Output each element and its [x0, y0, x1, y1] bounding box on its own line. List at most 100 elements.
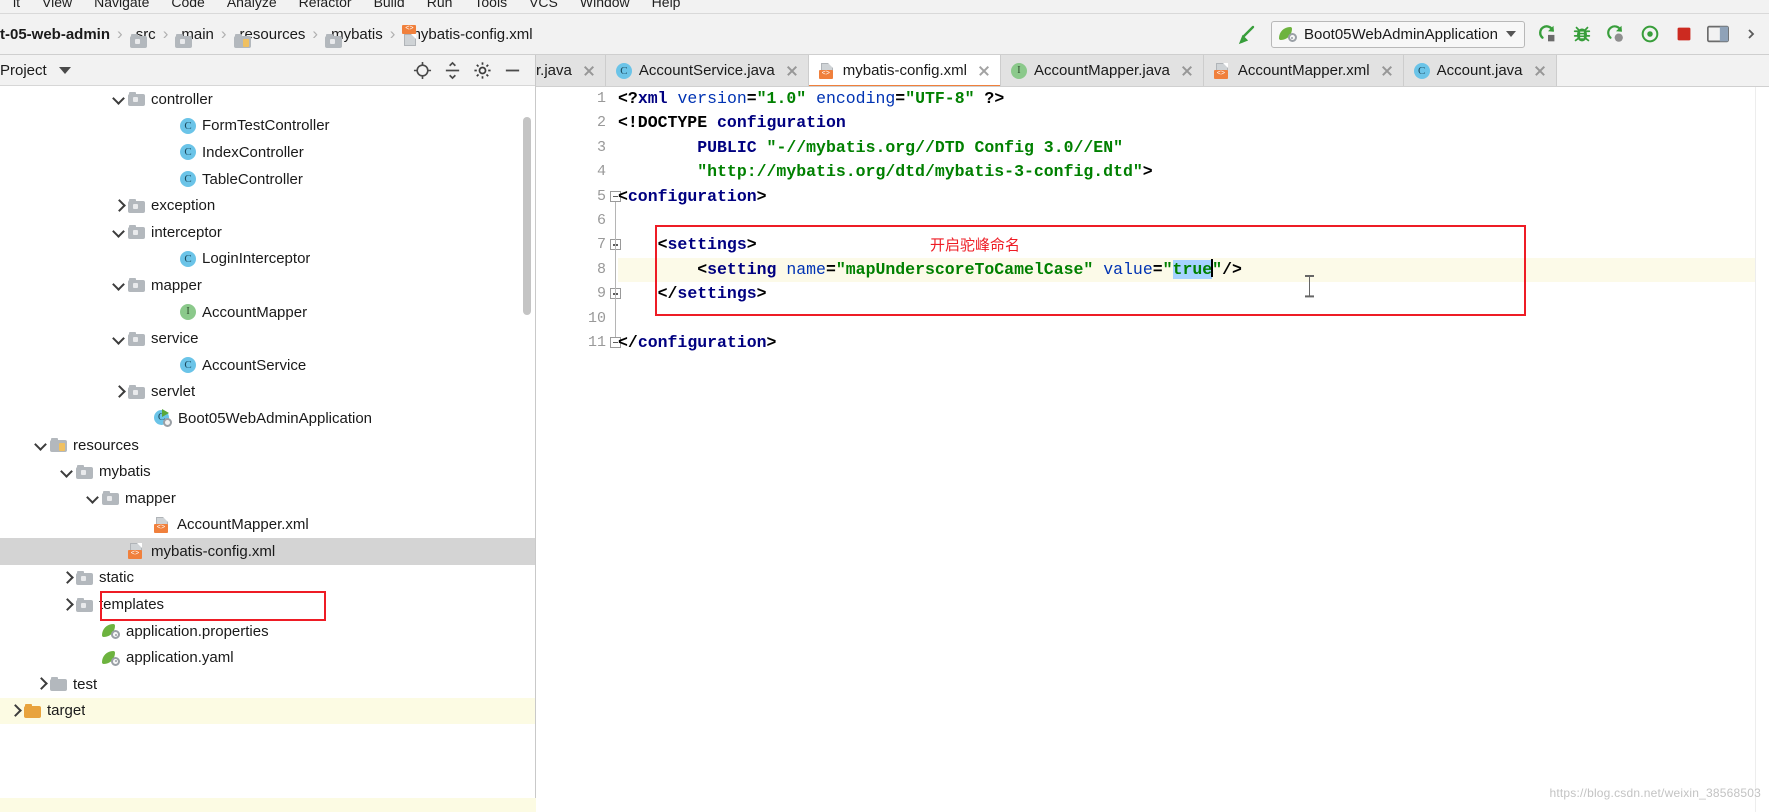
project-file-tree[interactable]: controller C FormTestController C IndexContr… [0, 86, 535, 812]
tree-item-exception[interactable]: exception [0, 192, 535, 219]
chevron-right-icon[interactable] [58, 596, 76, 614]
tree-item-templates[interactable]: templates [0, 591, 535, 618]
chevron-right-icon[interactable] [110, 197, 128, 215]
tree-item-test[interactable]: test [0, 671, 535, 698]
tree-item-formtestcontroller[interactable]: C FormTestController [0, 113, 535, 140]
menu-item-view[interactable]: View [31, 0, 83, 10]
tree-item-mybatis-config-xml[interactable]: <> mybatis-config.xml [0, 538, 535, 565]
code-line-2[interactable]: <!DOCTYPE configuration [618, 111, 1769, 135]
hide-panel-icon[interactable] [497, 55, 527, 85]
editor-tab-account-java[interactable]: C Account.java [1403, 55, 1557, 86]
tree-item-boot05webadminapplication[interactable]: C Boot05WebAdminApplication [0, 405, 535, 432]
tree-item-servlet[interactable]: servlet [0, 379, 535, 406]
tree-item-resources[interactable]: resources [0, 432, 535, 459]
chevron-right-icon[interactable] [32, 675, 50, 693]
code-line-4[interactable]: "http://mybatis.org/dtd/mybatis-3-config… [618, 160, 1769, 184]
close-icon[interactable] [1380, 64, 1394, 78]
tree-item-target[interactable]: target [0, 697, 535, 725]
build-hammer-icon[interactable] [1231, 17, 1265, 51]
chevron-down-icon[interactable] [110, 223, 128, 241]
chevron-right-icon[interactable] [6, 702, 24, 720]
close-icon[interactable] [1533, 64, 1547, 78]
close-icon[interactable] [785, 64, 799, 78]
debug-icon[interactable] [1565, 17, 1599, 51]
breadcrumb-item-src[interactable]: src [130, 14, 156, 55]
breadcrumb-item-mybatis[interactable]: mybatis [325, 14, 383, 55]
code-line-9[interactable]: </settings> [618, 282, 1769, 306]
menu-item-vcs[interactable]: VCS [518, 0, 569, 10]
menu-item-refactor[interactable]: Refactor [288, 0, 363, 10]
tree-item-accountmapper[interactable]: I AccountMapper [0, 299, 535, 326]
tree-item-application-properties[interactable]: application.properties [0, 618, 535, 645]
menu-item-navigate[interactable]: Navigate [83, 0, 160, 10]
menu-item-analyze[interactable]: Analyze [216, 0, 288, 10]
locate-icon[interactable] [407, 55, 437, 85]
code-editor[interactable]: 1 2 3 4 5 6 7 8 9 10 11 <?xml version="1.0" encodi… [536, 87, 1769, 812]
breadcrumb-item-t-05-web-admin[interactable]: t-05-web-admin [0, 14, 110, 55]
breadcrumb-item-resources[interactable]: resources [234, 14, 305, 55]
code-line-3[interactable]: PUBLIC "-//mybatis.org//DTD Config 3.0//… [618, 136, 1769, 160]
stop-icon[interactable] [1667, 17, 1701, 51]
tree-item-accountmapper-xml[interactable]: <> AccountMapper.xml [0, 512, 535, 539]
run-with-coverage-icon[interactable] [1599, 17, 1633, 51]
tree-item-tablecontroller[interactable]: C TableController [0, 166, 535, 193]
project-tree-scrollbar[interactable] [523, 117, 531, 315]
menu-item-help[interactable]: Help [641, 0, 692, 10]
chevron-down-icon[interactable] [58, 463, 76, 481]
code-line-5[interactable]: <configuration> [618, 185, 1769, 209]
chevron-down-icon[interactable] [110, 330, 128, 348]
settings-gear-icon[interactable] [467, 55, 497, 85]
breadcrumb-item-main[interactable]: main [175, 14, 214, 55]
run-configuration-selector[interactable]: Boot05WebAdminApplication [1270, 20, 1525, 48]
code-line-10[interactable] [618, 307, 1769, 331]
chevron-down-icon[interactable] [58, 66, 71, 74]
folder-icon [102, 491, 119, 506]
tree-item-static[interactable]: static [0, 565, 535, 592]
rerun-icon[interactable] [1531, 17, 1565, 51]
more-icon[interactable] [1735, 17, 1769, 51]
editor-tab-mybatis-config-xml[interactable]: <> mybatis-config.xml [808, 55, 1001, 86]
close-icon[interactable] [1180, 64, 1194, 78]
profiler-icon[interactable] [1633, 17, 1667, 51]
tree-item-mapper[interactable]: mapper [0, 272, 535, 299]
editor-tab-r-java[interactable]: r.java [536, 55, 606, 86]
code-content[interactable]: <?xml version="1.0" encoding="UTF-8" ?> <… [618, 87, 1769, 812]
chevron-right-icon[interactable] [58, 569, 76, 587]
tree-item-controller[interactable]: controller [0, 86, 535, 113]
menu-item-run[interactable]: Run [416, 0, 464, 10]
editor-marker-strip[interactable] [1755, 87, 1769, 812]
tree-item-service[interactable]: service [0, 325, 535, 352]
menu-item-window[interactable]: Window [569, 0, 641, 10]
layout-settings-icon[interactable] [1701, 17, 1735, 51]
breadcrumb[interactable]: t-05-web-admin › src › main › resources › mybati… [0, 14, 533, 55]
tree-item-mybatis[interactable]: mybatis [0, 458, 535, 485]
tree-item-application-yaml[interactable]: application.yaml [0, 644, 535, 671]
code-line-6[interactable] [618, 209, 1769, 233]
menu-item-it[interactable]: it [2, 0, 31, 10]
editor-tab-accountservice-java[interactable]: C AccountService.java [605, 55, 809, 86]
chevron-down-icon[interactable] [110, 276, 128, 294]
code-line-7[interactable]: <settings> [618, 233, 1769, 257]
menu-item-build[interactable]: Build [363, 0, 416, 10]
menu-item-tools[interactable]: Tools [463, 0, 518, 10]
chevron-down-icon[interactable] [84, 489, 102, 507]
tree-item-mapper[interactable]: mapper [0, 485, 535, 512]
tree-item-accountservice[interactable]: C AccountService [0, 352, 535, 379]
close-icon[interactable] [582, 64, 596, 78]
chevron-right-icon[interactable] [110, 383, 128, 401]
collapse-all-icon[interactable] [437, 55, 467, 85]
chevron-down-icon[interactable] [110, 90, 128, 108]
editor-tab-bar[interactable]: r.java C AccountService.java <> mybatis-conf… [536, 55, 1769, 87]
code-line-11[interactable]: </configuration> [618, 331, 1769, 355]
menu-item-code[interactable]: Code [160, 0, 215, 10]
code-line-1[interactable]: <?xml version="1.0" encoding="UTF-8" ?> [618, 87, 1769, 111]
editor-tab-accountmapper-java[interactable]: I AccountMapper.java [1000, 55, 1204, 86]
tree-item-indexcontroller[interactable]: C IndexController [0, 139, 535, 166]
editor-tab-accountmapper-xml[interactable]: <> AccountMapper.xml [1203, 55, 1404, 86]
breadcrumb-item-mybatis-config-xml[interactable]: <> mybatis-config.xml [402, 14, 533, 55]
close-icon[interactable] [977, 64, 991, 78]
tree-item-interceptor[interactable]: interceptor [0, 219, 535, 246]
tree-item-logininterceptor[interactable]: C LoginInterceptor [0, 246, 535, 273]
chevron-down-icon[interactable] [32, 436, 50, 454]
code-line-8[interactable]: <setting name="mapUnderscoreToCamelCase"… [618, 257, 1769, 283]
